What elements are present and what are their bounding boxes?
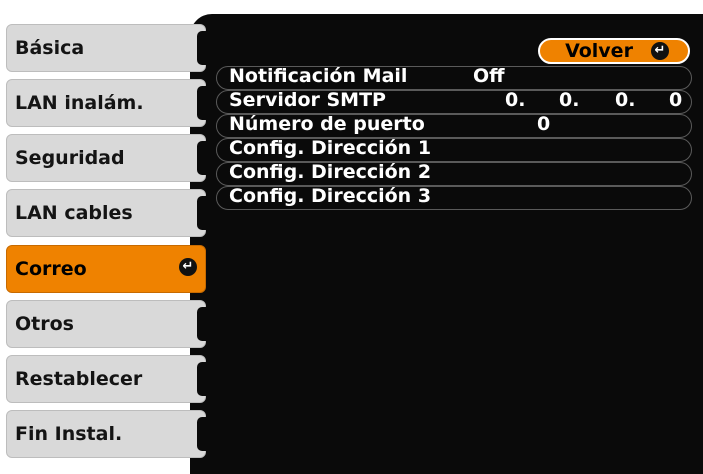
setting-label: Número de puerto: [229, 113, 425, 135]
sidebar-item-lan-cables[interactable]: LAN cables: [6, 189, 207, 237]
setting-row-smtp[interactable]: Servidor SMTP 0. 0. 0. 0: [216, 89, 692, 114]
volver-label: Volver: [565, 40, 633, 62]
enter-icon: ↵: [179, 258, 197, 276]
setting-value: 0: [537, 113, 551, 135]
setting-value: Off: [473, 65, 505, 87]
sidebar-item-label: Seguridad: [15, 147, 125, 169]
sidebar-item-label: Correo: [15, 258, 87, 280]
smtp-octet-3: 0.: [615, 89, 636, 111]
sidebar-item-label: Restablecer: [15, 368, 143, 390]
smtp-octet-2: 0.: [559, 89, 580, 111]
sidebar-item-lan-inalam[interactable]: LAN inalám.: [6, 79, 207, 127]
setting-row-notification[interactable]: Notificación Mail Off: [216, 65, 692, 90]
setting-row-address-2[interactable]: Config. Dirección 2: [216, 161, 692, 186]
sidebar-item-label: Otros: [15, 313, 74, 335]
setting-row-address-3[interactable]: Config. Dirección 3: [216, 185, 692, 210]
sidebar-item-label: LAN cables: [15, 202, 133, 224]
sidebar-item-correo[interactable]: Correo ↵: [6, 245, 206, 293]
sidebar-item-label: Fin Instal.: [15, 423, 123, 445]
smtp-octet-4: 0: [669, 89, 683, 111]
sidebar-item-restablecer[interactable]: Restablecer: [6, 355, 207, 403]
setting-label: Servidor SMTP: [229, 89, 386, 111]
setting-label: Notificación Mail: [229, 65, 408, 87]
sidebar-item-seguridad[interactable]: Seguridad: [6, 134, 207, 182]
smtp-octet-1: 0.: [505, 89, 526, 111]
projector-menu-screen: Básica LAN inalám. Seguridad LAN cables …: [0, 0, 703, 474]
sidebar-item-fin-instal[interactable]: Fin Instal.: [6, 410, 207, 458]
setting-label: Config. Dirección 3: [229, 185, 432, 207]
setting-row-address-1[interactable]: Config. Dirección 1: [216, 137, 692, 162]
setting-label: Config. Dirección 2: [229, 161, 432, 183]
setting-label: Config. Dirección 1: [229, 137, 432, 159]
setting-row-port[interactable]: Número de puerto 0: [216, 113, 692, 138]
sidebar-item-label: LAN inalám.: [15, 92, 144, 114]
volver-button[interactable]: Volver ↵: [538, 38, 690, 64]
sidebar-item-basica[interactable]: Básica: [6, 24, 207, 72]
enter-icon: ↵: [650, 42, 669, 60]
sidebar-item-label: Básica: [15, 37, 85, 59]
sidebar-item-otros[interactable]: Otros: [6, 300, 207, 348]
